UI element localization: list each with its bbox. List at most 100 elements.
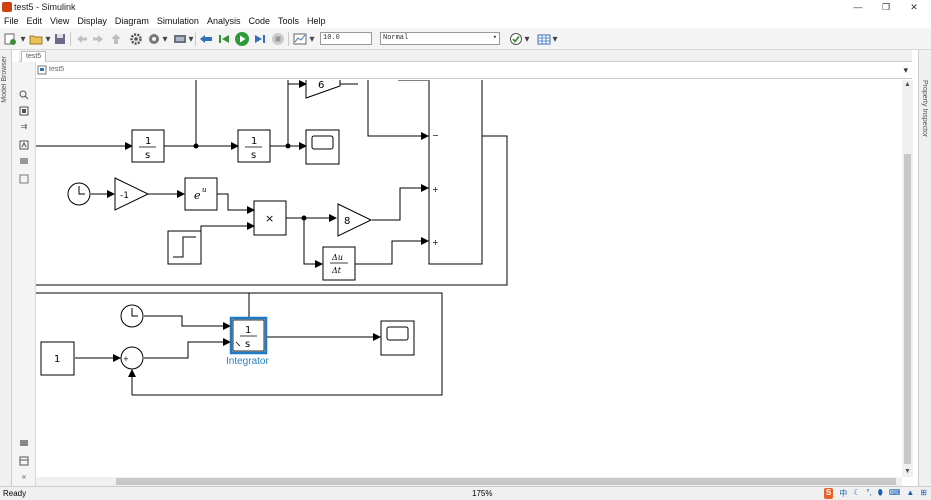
integrator-2-denominator: s — [251, 150, 256, 161]
menu-diagram[interactable]: Diagram — [111, 14, 153, 28]
integrator-block-selected[interactable]: 1 s — [229, 316, 268, 355]
open-folder-icon[interactable] — [28, 31, 44, 47]
library-dropdown-icon[interactable]: ▾ — [187, 31, 195, 47]
vertical-scroll-thumb[interactable] — [904, 154, 911, 464]
constant-block[interactable]: 1 — [40, 341, 75, 376]
ime-logo-icon[interactable]: S — [823, 488, 834, 499]
run-icon[interactable] — [234, 31, 250, 47]
new-model-icon[interactable] — [2, 31, 18, 47]
vertical-scrollbar[interactable]: ▲ ▼ — [902, 80, 913, 477]
stop-icon[interactable] — [270, 31, 286, 47]
open-dropdown-icon[interactable]: ▾ — [44, 31, 52, 47]
back-arrow-icon[interactable] — [74, 31, 90, 47]
signal-line — [372, 184, 429, 221]
image-icon[interactable] — [19, 156, 29, 166]
exp-function-base: e — [194, 189, 201, 202]
breadcrumb[interactable]: test5 — [49, 66, 64, 73]
sum-block-round[interactable]: + — [120, 346, 144, 370]
menu-display[interactable]: Display — [73, 14, 111, 28]
step-backward-icon[interactable] — [216, 31, 232, 47]
menu-edit[interactable]: Edit — [23, 14, 47, 28]
clock-block-1[interactable] — [67, 182, 91, 206]
annotation-icon[interactable] — [19, 140, 29, 150]
scroll-down-icon[interactable]: ▼ — [904, 468, 911, 475]
step-back-icon[interactable] — [198, 31, 214, 47]
moon-icon[interactable]: ☾ — [853, 488, 860, 499]
data-inspector-icon[interactable] — [292, 31, 308, 47]
signal-line — [217, 193, 255, 214]
junction-dot — [193, 143, 199, 149]
arrow-right-icon[interactable]: ⇉ — [19, 122, 29, 132]
toolbar-separator — [70, 32, 71, 46]
save-icon[interactable] — [52, 31, 68, 47]
integrator-selected-denominator: s — [245, 339, 250, 350]
menu-bar: File Edit View Display Diagram Simulatio… — [0, 14, 931, 28]
model-advisor-icon[interactable] — [508, 31, 524, 47]
scope-block-1[interactable] — [305, 129, 340, 165]
property-inspector-label: Property Inspector — [921, 80, 928, 138]
integrator-2-numerator: 1 — [251, 136, 257, 147]
horizontal-scrollbar[interactable] — [36, 477, 902, 486]
menu-view[interactable]: View — [46, 14, 73, 28]
library-browser-icon[interactable] — [172, 31, 188, 47]
tab-test5[interactable]: test5 — [21, 51, 47, 62]
collapse-panel-icon[interactable]: « — [19, 472, 29, 482]
up-to-parent-icon[interactable] — [108, 31, 124, 47]
zoom-icon[interactable] — [19, 90, 29, 100]
minimize-button[interactable]: — — [844, 0, 872, 14]
explorer-icon[interactable] — [19, 456, 29, 466]
keyboard-icon[interactable]: ⌨ — [889, 488, 901, 499]
sum-block-tall[interactable]: − + + — [428, 80, 483, 265]
settings-gear-icon[interactable] — [146, 31, 162, 47]
menu-help[interactable]: Help — [303, 14, 330, 28]
integrator-block-2[interactable]: 1 s — [237, 129, 271, 163]
ime-language-label[interactable]: 中 — [839, 488, 847, 499]
gain-block-6[interactable]: 6 — [305, 80, 341, 99]
menu-tools[interactable]: Tools — [274, 14, 303, 28]
build-grid-icon[interactable] — [536, 31, 552, 47]
new-dropdown-icon[interactable]: ▾ — [19, 31, 27, 47]
model-view-icon[interactable] — [19, 438, 29, 448]
scroll-up-icon[interactable]: ▲ — [904, 81, 911, 88]
shirt-icon[interactable]: ▲ — [906, 488, 914, 499]
model-settings-icon[interactable] — [128, 31, 144, 47]
horizontal-scroll-thumb[interactable] — [116, 478, 896, 485]
derivative-block[interactable]: Δu Δt — [322, 246, 356, 281]
step-block[interactable] — [167, 230, 202, 265]
diagram-canvas[interactable]: 6 1 s 1 s − + + -1 e u × 8 Δu Δt 1 + 1 s… — [36, 80, 902, 477]
breadcrumb-chevron-down-icon[interactable]: ▾ — [903, 65, 908, 76]
stop-time-input[interactable]: 10.0 — [320, 32, 372, 45]
menu-simulation[interactable]: Simulation — [153, 14, 203, 28]
exp-function-block[interactable]: e u — [184, 177, 218, 211]
gain-block-neg1[interactable]: -1 — [114, 177, 150, 211]
tab-strip: test5 — [19, 50, 912, 62]
model-browser-panel[interactable]: Model Browser — [0, 50, 12, 486]
microphone-icon[interactable]: ⬮ — [878, 488, 883, 499]
simulation-mode-select[interactable]: Normal ▾ — [380, 32, 500, 45]
menu-code[interactable]: Code — [244, 14, 274, 28]
gain-block-8[interactable]: 8 — [337, 203, 373, 237]
forward-arrow-icon[interactable] — [90, 31, 106, 47]
property-inspector-panel[interactable]: Property Inspector — [918, 50, 931, 486]
menu-file[interactable]: File — [0, 14, 23, 28]
signal-line — [144, 315, 231, 330]
menu-analysis[interactable]: Analysis — [203, 14, 245, 28]
settings-dropdown-icon[interactable]: ▾ — [161, 31, 169, 47]
restore-button[interactable]: ❐ — [872, 0, 900, 14]
scope-block-2[interactable] — [380, 320, 415, 356]
grid-menu-icon[interactable]: ⊞ — [920, 488, 927, 499]
block-diagram: 6 1 s 1 s − + + -1 e u × 8 Δu Δt 1 + 1 s… — [36, 80, 508, 396]
close-button[interactable]: ✕ — [900, 0, 928, 14]
fit-to-view-icon[interactable] — [19, 106, 29, 116]
integrator-block-1[interactable]: 1 s — [131, 129, 165, 163]
step-forward-icon[interactable] — [252, 31, 268, 47]
toolbar: ▾ ▾ ▾ ▾ ▾ 10.0 Normal ▾ ▾ ▾ — [0, 28, 931, 50]
punctuation-icon[interactable]: °, — [866, 488, 871, 499]
product-block[interactable]: × — [253, 200, 287, 236]
integrator-name-label[interactable]: Integrator — [226, 356, 269, 367]
clock-block-2[interactable] — [120, 304, 144, 328]
inspector-dropdown-icon[interactable]: ▾ — [308, 31, 316, 47]
advisor-dropdown-icon[interactable]: ▾ — [523, 31, 531, 47]
build-dropdown-icon[interactable]: ▾ — [551, 31, 559, 47]
area-icon[interactable] — [19, 174, 29, 184]
